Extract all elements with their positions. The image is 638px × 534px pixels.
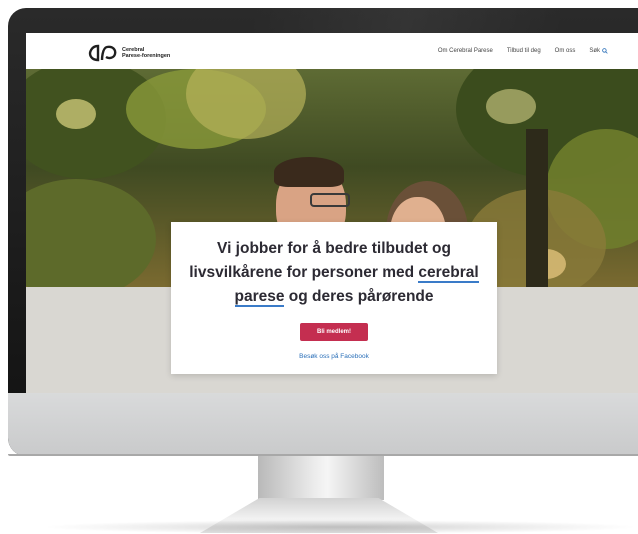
- foliage: [26, 179, 156, 287]
- man-hair: [274, 157, 344, 187]
- foliage-highlight: [56, 99, 96, 129]
- foliage-highlight: [486, 89, 536, 124]
- monitor-stand-neck: [258, 456, 384, 500]
- logo-text: Cerebral Parese-foreningen: [122, 47, 170, 60]
- hero-heading: Vi jobber for å bedre tilbudet og livsvi…: [181, 237, 487, 309]
- nav-om-cerebral-parese[interactable]: Om Cerebral Parese: [438, 48, 493, 54]
- site-header: Cerebral Parese-foreningen Om Cerebral P…: [26, 33, 638, 69]
- man-glasses: [310, 193, 350, 207]
- facebook-link[interactable]: Besøk oss på Facebook: [171, 353, 497, 360]
- nav-search[interactable]: Søk: [589, 48, 608, 54]
- search-icon: [602, 48, 608, 54]
- monitor-chin: [8, 393, 638, 456]
- hero-heading-text-2: og deres pårørende: [284, 288, 434, 305]
- heart-logo-icon: [88, 44, 117, 62]
- screen: Cerebral Parese-foreningen Om Cerebral P…: [26, 33, 638, 393]
- hero-heading-text-1: Vi jobber for å bedre tilbudet og livsvi…: [189, 240, 451, 281]
- become-member-button[interactable]: Bli medlem!: [300, 323, 368, 341]
- logo-line-2: Parese-foreningen: [122, 53, 171, 59]
- tree-trunk: [526, 129, 548, 287]
- nav-search-label: Søk: [589, 48, 600, 54]
- nav-om-oss[interactable]: Om oss: [555, 48, 576, 54]
- site-logo[interactable]: Cerebral Parese-foreningen: [88, 44, 170, 62]
- main-nav: Om Cerebral Parese Tilbud til deg Om oss…: [438, 48, 608, 54]
- hero-card: Vi jobber for å bedre tilbudet og livsvi…: [171, 222, 497, 374]
- nav-tilbud-til-deg[interactable]: Tilbud til deg: [507, 48, 541, 54]
- floor-shadow: [40, 520, 638, 534]
